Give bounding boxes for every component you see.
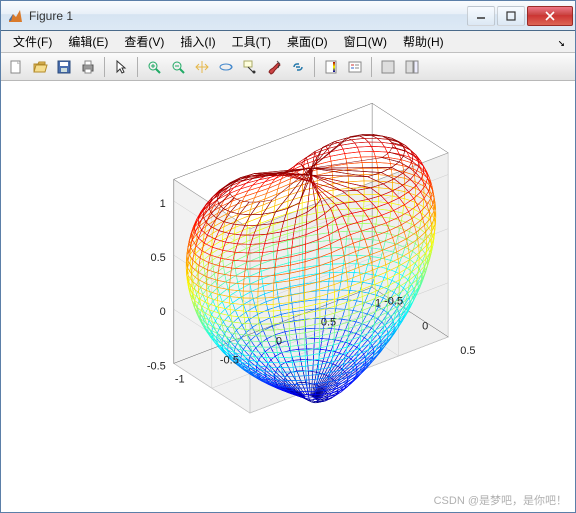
- zoom-out-icon[interactable]: [167, 56, 189, 78]
- pan-icon[interactable]: [191, 56, 213, 78]
- menu-insert[interactable]: 插入(I): [172, 31, 223, 52]
- save-icon[interactable]: [53, 56, 75, 78]
- colorbar-icon[interactable]: [320, 56, 342, 78]
- svg-text:-0.5: -0.5: [384, 295, 403, 307]
- rotate3d-icon[interactable]: [215, 56, 237, 78]
- svg-text:0.5: 0.5: [150, 252, 165, 264]
- toolbar: [1, 53, 575, 81]
- svg-text:0: 0: [160, 306, 166, 318]
- newfig-icon[interactable]: [5, 56, 27, 78]
- hideplot-icon[interactable]: [377, 56, 399, 78]
- legend-icon[interactable]: [344, 56, 366, 78]
- menu-window[interactable]: 窗口(W): [336, 31, 395, 52]
- window-title: Figure 1: [29, 9, 465, 23]
- svg-text:-1: -1: [175, 374, 185, 386]
- figure-window: Figure 1 文件(F) 编辑(E) 查看(V) 插入(I) 工具(T) 桌…: [0, 0, 576, 513]
- svg-text:0: 0: [422, 320, 428, 332]
- open-icon[interactable]: [29, 56, 51, 78]
- menu-desktop[interactable]: 桌面(D): [279, 31, 336, 52]
- svg-text:0.5: 0.5: [321, 317, 336, 329]
- svg-text:1: 1: [375, 297, 381, 309]
- close-button[interactable]: [527, 6, 573, 26]
- svg-text:0.5: 0.5: [460, 345, 475, 357]
- menu-bar: 文件(F) 编辑(E) 查看(V) 插入(I) 工具(T) 桌面(D) 窗口(W…: [1, 31, 575, 53]
- plottools-icon[interactable]: [401, 56, 423, 78]
- brush-icon[interactable]: [263, 56, 285, 78]
- menu-view[interactable]: 查看(V): [116, 31, 172, 52]
- menu-file[interactable]: 文件(F): [5, 31, 60, 52]
- data-cursor-icon[interactable]: [239, 56, 261, 78]
- print-icon[interactable]: [77, 56, 99, 78]
- matlab-icon: [7, 8, 23, 24]
- zoom-in-icon[interactable]: [143, 56, 165, 78]
- maximize-button[interactable]: [497, 6, 525, 26]
- dock-icon[interactable]: ↘: [558, 35, 571, 49]
- svg-text:1: 1: [160, 198, 166, 210]
- window-buttons: [465, 6, 573, 26]
- watermark: CSDN @是梦吧，是你吧！: [434, 492, 567, 508]
- link-icon[interactable]: [287, 56, 309, 78]
- menu-edit[interactable]: 编辑(E): [60, 31, 116, 52]
- svg-text:-0.5: -0.5: [147, 360, 166, 372]
- title-bar[interactable]: Figure 1: [1, 1, 575, 31]
- axes-3d[interactable]: -1-0.500.51-0.500.5-0.500.51 CSDN @是梦吧，是…: [1, 81, 575, 512]
- menu-help[interactable]: 帮助(H): [395, 31, 452, 52]
- pointer-icon[interactable]: [110, 56, 132, 78]
- menu-tools[interactable]: 工具(T): [224, 31, 279, 52]
- svg-text:0: 0: [276, 336, 282, 348]
- svg-text:-0.5: -0.5: [220, 355, 239, 367]
- minimize-button[interactable]: [467, 6, 495, 26]
